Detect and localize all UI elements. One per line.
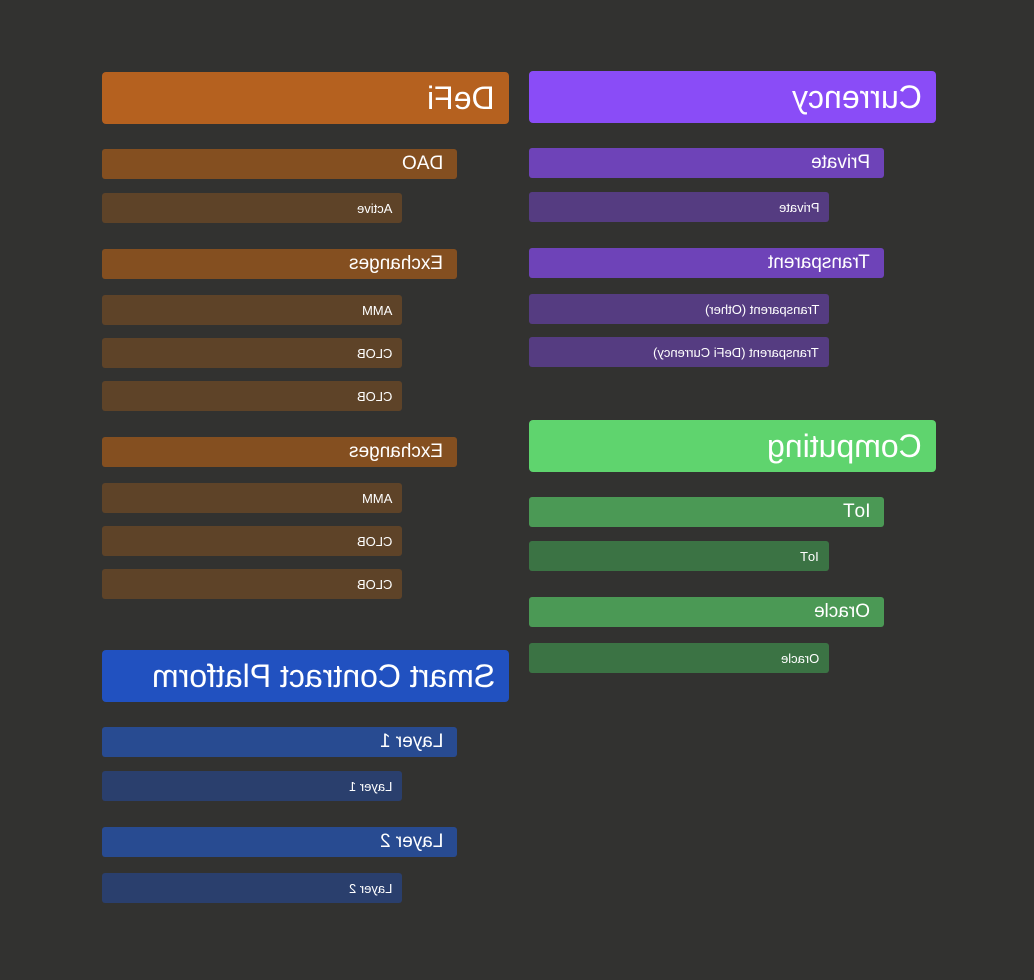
defi-exchanges-1-item: AMM bbox=[102, 295, 402, 325]
subcategory-label: Private bbox=[810, 152, 870, 173]
computing-oracle-item: Oracle bbox=[529, 643, 829, 673]
subcategory-label: Transparent bbox=[768, 252, 870, 273]
currency-private-item: Private bbox=[529, 192, 829, 222]
currency-transparent-subcategory: Transparent bbox=[529, 248, 884, 278]
defi-dao-subcategory: DAO bbox=[102, 149, 457, 179]
subcategory-label: Layer 1 bbox=[379, 731, 443, 752]
layer2-item: Layer 2 bbox=[102, 873, 402, 903]
subcategory-label: Exchanges bbox=[348, 253, 443, 274]
subcategory-label: DAO bbox=[401, 153, 443, 174]
item-label: IoT bbox=[800, 548, 819, 564]
layer1-item: Layer 1 bbox=[102, 771, 402, 801]
item-label: CLOB bbox=[356, 388, 392, 404]
computing-oracle-subcategory: Oracle bbox=[529, 597, 884, 627]
item-label: CLOB bbox=[356, 345, 392, 361]
defi-exchanges-2-item: CLOB bbox=[102, 526, 402, 556]
currency-category-header: Currency bbox=[529, 71, 936, 123]
defi-exchanges-subcategory-1: Exchanges bbox=[102, 249, 457, 279]
item-label: AMM bbox=[361, 302, 392, 318]
defi-exchanges-1-item: CLOB bbox=[102, 338, 402, 368]
item-label: AMM bbox=[361, 490, 392, 506]
layer2-subcategory: Layer 2 bbox=[102, 827, 457, 857]
item-label: CLOB bbox=[356, 576, 392, 592]
item-label: CLOB bbox=[356, 533, 392, 549]
defi-title: DeFi bbox=[427, 79, 495, 116]
subcategory-label: Exchanges bbox=[348, 441, 443, 462]
item-label: Transparent (Other) bbox=[704, 301, 819, 317]
item-label: Private bbox=[778, 199, 819, 215]
currency-private-subcategory: Private bbox=[529, 148, 884, 178]
item-label: Layer 1 bbox=[348, 778, 392, 794]
defi-exchanges-2-item: CLOB bbox=[102, 569, 402, 599]
item-label: Oracle bbox=[780, 650, 819, 666]
currency-transparent-item: Transparent (Other) bbox=[529, 294, 829, 324]
defi-exchanges-subcategory-2: Exchanges bbox=[102, 437, 457, 467]
subcategory-label: IoT bbox=[842, 501, 870, 522]
computing-iot-subcategory: IoT bbox=[529, 497, 884, 527]
item-label: Active bbox=[356, 200, 392, 216]
smart-contract-platform-title: Smart Contract Platform bbox=[151, 657, 495, 694]
computing-title: Computing bbox=[767, 427, 922, 464]
defi-exchanges-2-item: AMM bbox=[102, 483, 402, 513]
defi-dao-item: Active bbox=[102, 193, 402, 223]
subcategory-label: Layer 2 bbox=[379, 831, 443, 852]
smart-contract-platform-category-header: Smart Contract Platform bbox=[102, 650, 509, 702]
computing-iot-item: IoT bbox=[529, 541, 829, 571]
subcategory-label: Oracle bbox=[814, 601, 870, 622]
defi-category-header: DeFi bbox=[102, 72, 509, 124]
computing-category-header: Computing bbox=[529, 420, 936, 472]
currency-title: Currency bbox=[792, 78, 922, 115]
item-label: Transparent (DeFi Currency) bbox=[653, 344, 819, 360]
item-label: Layer 2 bbox=[348, 880, 392, 896]
currency-transparent-item: Transparent (DeFi Currency) bbox=[529, 337, 829, 367]
defi-exchanges-1-item: CLOB bbox=[102, 381, 402, 411]
layer1-subcategory: Layer 1 bbox=[102, 727, 457, 757]
